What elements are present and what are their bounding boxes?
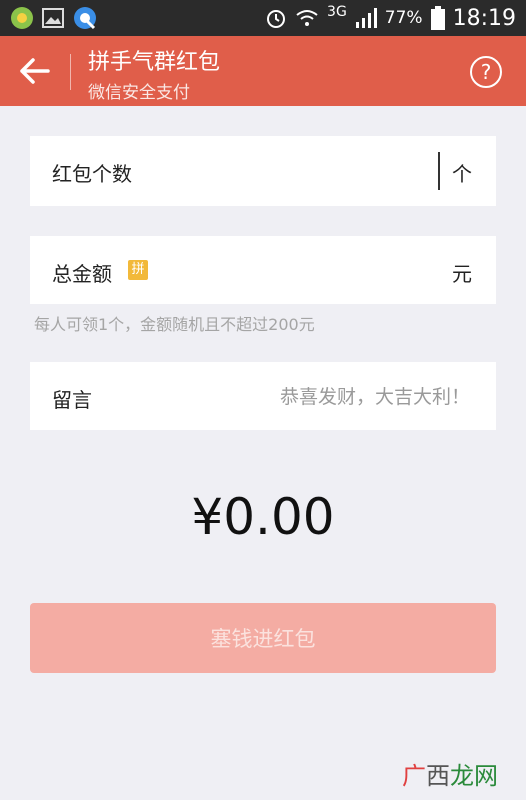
- alarm-icon: [267, 10, 286, 28]
- back-arrow-icon: [20, 58, 50, 84]
- page-title: 拼手气群红包: [88, 50, 221, 75]
- text-cursor: [438, 152, 440, 190]
- back-button[interactable]: [18, 56, 52, 86]
- gallery-icon: [42, 8, 64, 28]
- clock: 18:19: [452, 5, 516, 31]
- page-subtitle: 微信安全支付: [88, 83, 190, 103]
- packet-count-input[interactable]: [210, 152, 434, 192]
- signal-icon: [355, 8, 377, 28]
- total-amount-row[interactable]: 总金额 拼 元: [30, 236, 496, 304]
- help-button[interactable]: ?: [470, 56, 502, 88]
- packet-count-row[interactable]: 红包个数 个: [30, 136, 496, 206]
- title-bar: 拼手气群红包 微信安全支付 ?: [0, 36, 526, 106]
- random-badge: 拼: [128, 260, 148, 280]
- status-bar: 3G 77% 18:19: [0, 0, 526, 36]
- packet-count-label: 红包个数: [52, 162, 132, 186]
- total-amount-unit: 元: [452, 262, 472, 286]
- message-row[interactable]: 留言: [30, 362, 496, 430]
- notification-icons: [10, 4, 98, 32]
- network-type: 3G: [327, 4, 347, 20]
- watermark-part1: 广: [402, 762, 426, 790]
- status-indicators: 3G 77% 18:19: [265, 0, 516, 36]
- browser-icon: [74, 7, 96, 30]
- total-amount-label: 总金额: [52, 262, 112, 286]
- battery-percent: 77%: [384, 8, 423, 28]
- watermark: 广西龙网: [402, 756, 498, 791]
- message-label: 留言: [52, 388, 92, 412]
- watermark-part2: 西: [426, 762, 450, 790]
- submit-button[interactable]: 塞钱进红包: [30, 603, 496, 673]
- wifi-icon: [296, 10, 318, 26]
- watermark-part3: 龙网: [450, 762, 498, 790]
- total-amount-input[interactable]: [210, 251, 444, 291]
- packet-count-unit: 个: [452, 162, 472, 186]
- message-input[interactable]: [140, 377, 472, 417]
- title-divider: [70, 54, 71, 90]
- app-notification-icon: [11, 7, 33, 29]
- battery-icon: [430, 6, 445, 30]
- amount-hint: 每人可领1个，金额随机且不超过200元: [34, 315, 315, 334]
- amount-display: ¥0.00: [191, 488, 335, 546]
